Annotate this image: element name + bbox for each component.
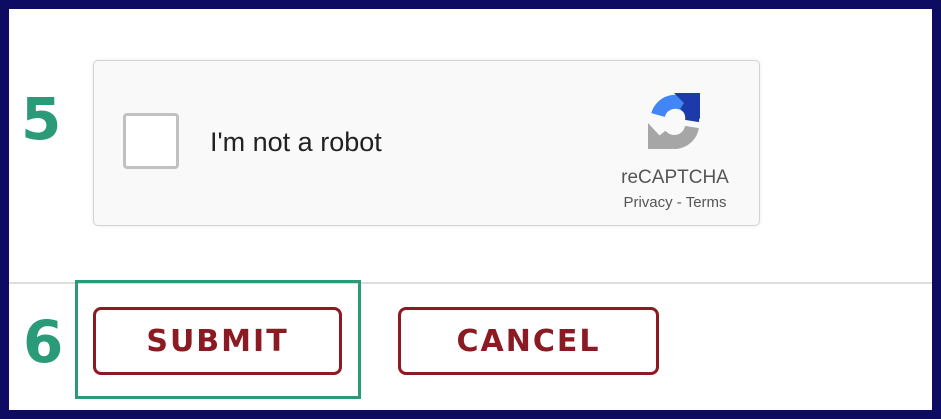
recaptcha-terms-link[interactable]: Terms bbox=[686, 194, 727, 211]
step-number-5: 5 bbox=[21, 85, 62, 153]
submit-button[interactable]: SUBMIT bbox=[93, 307, 342, 375]
recaptcha-links-separator: - bbox=[672, 194, 686, 211]
recaptcha-widget: I'm not a robot reCAPTCHA Privacy - Term… bbox=[93, 60, 760, 226]
cancel-button[interactable]: CANCEL bbox=[398, 307, 659, 375]
recaptcha-brand: reCAPTCHA bbox=[621, 167, 729, 188]
recaptcha-privacy-link[interactable]: Privacy bbox=[623, 194, 672, 211]
recaptcha-checkbox-label: I'm not a robot bbox=[210, 127, 382, 157]
recaptcha-checkbox[interactable] bbox=[123, 113, 179, 169]
recaptcha-links: Privacy - Terms bbox=[605, 195, 745, 210]
screenshot-frame: 5 I'm not a robot reCAPTCHA Privacy - Te… bbox=[0, 0, 941, 419]
recaptcha-logo-icon bbox=[648, 93, 700, 149]
step-number-6: 6 bbox=[23, 308, 64, 376]
